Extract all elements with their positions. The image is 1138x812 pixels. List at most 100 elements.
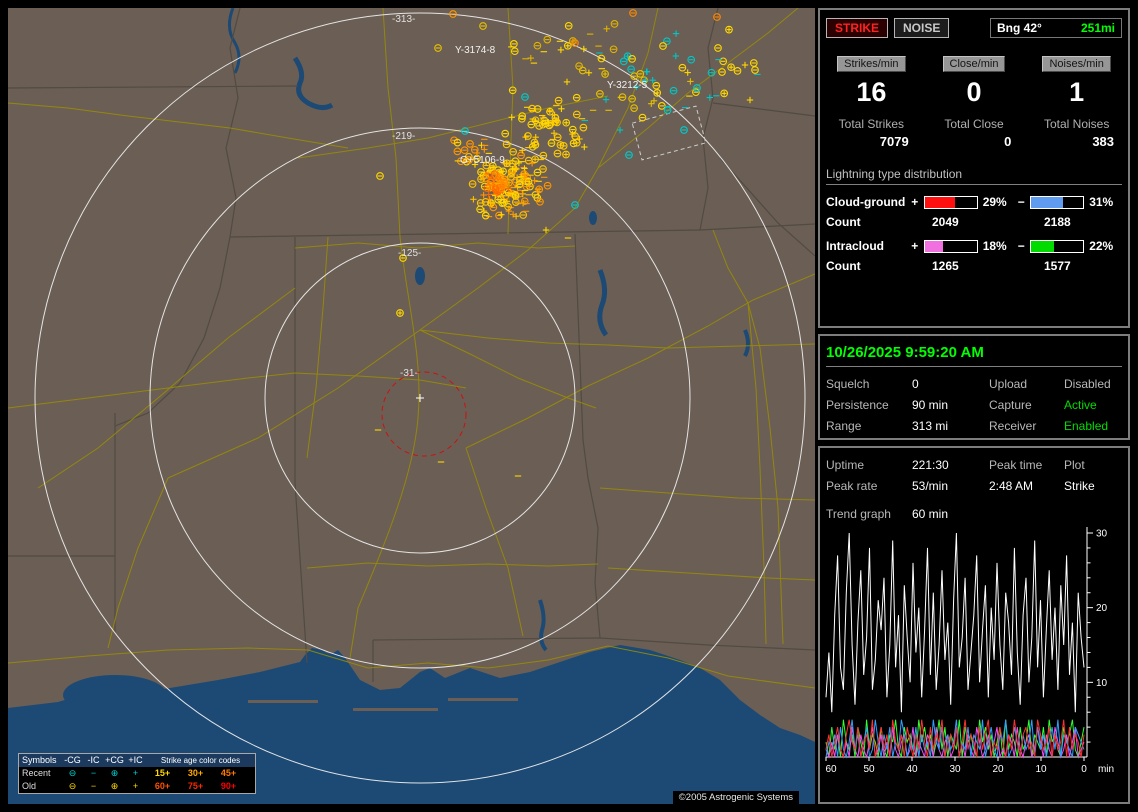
uptime-value: 221:30 (912, 458, 949, 472)
uptime-grid: Uptime 221:30 Peak time Plot Peak rate 5… (826, 458, 1122, 493)
close-per-min-value: 0 (966, 77, 982, 107)
svg-text:10: 10 (1096, 678, 1108, 689)
mode-toolbar: STRIKE NOISE Bng 42° 251mi (826, 18, 1122, 38)
lightning-map[interactable]: -313- -219- -125- -31- Y-3174-8 Y-3212-5… (8, 8, 815, 804)
total-strikes-value: 7079 (879, 134, 909, 149)
rate-column-strikes: Strikes/min 16 Total Strikes 7079 (820, 54, 923, 149)
legend-col-cg-pos: +CG (105, 755, 124, 765)
ring-label: -31- (400, 368, 418, 379)
receiver-status: Enabled (1064, 419, 1109, 433)
trend-header: Trend graph 60 min (826, 507, 1122, 521)
ring-label: -219- (392, 131, 415, 142)
ic-neg-count: 1577 (1044, 259, 1071, 273)
total-close-label: Total Close (944, 117, 1004, 131)
uptime-label: Uptime (826, 458, 865, 472)
peak-rate-value: 53/min (912, 479, 949, 493)
total-close-value: 0 (1004, 134, 1012, 149)
count-label: Count (826, 215, 861, 229)
intracloud-row: Intracloud + 18% − 22% (826, 239, 1122, 253)
intracloud-count-row: Count 1265 1577 (826, 259, 1122, 273)
legend-recent-row: Recent ⊖ − ⊕ + 15+ 30+ 45+ (19, 767, 255, 780)
legend-age-title: Strike age color codes (160, 756, 241, 765)
age-badge: 75+ (187, 781, 204, 791)
status-panel: 10/26/2025 9:59:20 AM Squelch 0 Upload D… (818, 334, 1130, 440)
svg-text:20: 20 (1096, 603, 1108, 614)
strikes-per-min-value: 16 (856, 77, 887, 107)
legend-header-row: Symbols -CG -IC +CG +IC Strike age color… (19, 754, 255, 767)
cloud-ground-label: Cloud-ground (826, 195, 906, 209)
cg-neg-count: 2188 (1044, 215, 1071, 229)
intracloud-label: Intracloud (826, 239, 885, 253)
total-noises-label: Total Noises (1043, 117, 1110, 131)
bearing-value: Bng 42° (997, 21, 1042, 35)
strike-stats-panel: STRIKE NOISE Bng 42° 251mi Strikes/min 1… (818, 8, 1130, 328)
ic-minus-icon: − (90, 768, 97, 778)
trend-graph: 10 20 30 60 50 40 30 20 10 0 min (825, 527, 1114, 775)
cg-pos-count: 2049 (932, 215, 959, 229)
squelch-value: 0 (912, 377, 919, 391)
svg-text:30: 30 (949, 764, 961, 775)
peak-time-label: Peak time (989, 458, 1043, 472)
close-per-min-button[interactable]: Close/min (942, 56, 1006, 72)
persistence-label: Persistence (826, 398, 889, 412)
svg-text:60: 60 (825, 764, 837, 775)
age-badge: 60+ (154, 781, 171, 791)
persistence-value: 90 min (912, 398, 949, 412)
cg-pos-bar (923, 195, 978, 209)
plus-sign: + (911, 239, 919, 253)
legend-col-cg-neg: -CG (64, 755, 81, 765)
age-badge: 30+ (187, 768, 204, 778)
ic-minus-icon: − (90, 781, 97, 791)
ic-pos-pct: 18% (982, 239, 1007, 253)
copyright-notice: ©2005 Astrogenic Systems (672, 791, 799, 804)
ic-neg-pct: 22% (1089, 239, 1114, 253)
cg-minus-icon: ⊖ (68, 768, 77, 778)
cg-neg-pct: 31% (1089, 195, 1114, 209)
count-label: Count (826, 259, 861, 273)
total-strikes-label: Total Strikes (838, 117, 905, 131)
peak-time-value: 2:48 AM (989, 479, 1034, 493)
age-badge: 90+ (220, 781, 237, 791)
storm-cell-label: Y-3212-5 (607, 80, 648, 91)
svg-text:20: 20 (992, 764, 1004, 775)
squelch-label: Squelch (826, 377, 870, 391)
trend-window-value: 60 min (912, 507, 949, 521)
storm-cell-label: Y-3174-8 (455, 45, 496, 56)
upload-label: Upload (989, 377, 1028, 391)
plus-sign: + (911, 195, 919, 209)
ring-label: -125- (398, 248, 421, 259)
legend-old-row: Old ⊖ − ⊕ + 60+ 75+ 90+ (19, 780, 255, 793)
bearing-range-display: Bng 42° 251mi (990, 18, 1122, 38)
ring-label: -313- (392, 14, 415, 25)
legend-recent-label: Recent (22, 768, 51, 778)
cg-minus-icon: ⊖ (68, 781, 77, 791)
distribution-title: Lightning type distribution (826, 167, 1122, 185)
legend-old-label: Old (22, 781, 37, 791)
legend-col-ic-pos: +IC (128, 755, 143, 765)
storm-cell-label: G+5106-9 (460, 155, 505, 166)
ic-pos-count: 1265 (932, 259, 959, 273)
ic-plus-icon: + (132, 781, 139, 791)
legend-symbols-title: Symbols (22, 755, 57, 765)
cg-pos-pct: 29% (982, 195, 1007, 209)
noises-per-min-button[interactable]: Noises/min (1042, 56, 1111, 72)
minus-sign: − (1017, 195, 1025, 209)
datetime-display: 10/26/2025 9:59:20 AM (826, 344, 1122, 367)
cloud-ground-count-row: Count 2049 2188 (826, 215, 1122, 229)
cg-plus-icon: ⊕ (110, 781, 119, 791)
svg-text:40: 40 (906, 764, 918, 775)
range-label: Range (826, 419, 862, 433)
ic-pos-bar (923, 239, 978, 253)
svg-text:30: 30 (1096, 529, 1108, 540)
strike-mode-button[interactable]: STRIKE (826, 18, 889, 38)
upload-status: Disabled (1064, 377, 1111, 391)
strikes-per-min-button[interactable]: Strikes/min (837, 56, 906, 72)
ic-plus-icon: + (132, 768, 139, 778)
rate-column-close: Close/min 0 Total Close 0 (923, 54, 1026, 149)
plot-value: Strike (1064, 479, 1095, 493)
rate-columns: Strikes/min 16 Total Strikes 7079 Close/… (820, 54, 1128, 149)
receiver-label: Receiver (989, 419, 1037, 433)
map-canvas[interactable]: -313- -219- -125- -31- Y-3174-8 Y-3212-5… (8, 8, 815, 804)
noise-mode-button[interactable]: NOISE (894, 18, 950, 38)
trend-panel: Uptime 221:30 Peak time Plot Peak rate 5… (818, 446, 1130, 804)
